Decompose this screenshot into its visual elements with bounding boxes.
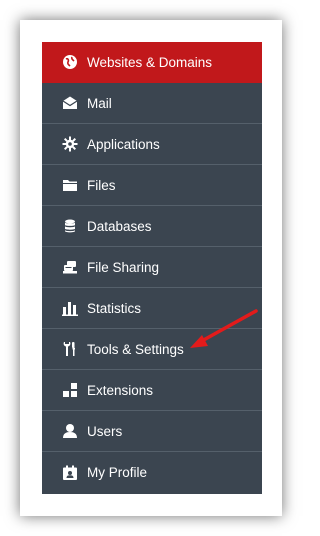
menu-item-databases[interactable]: Databases [42, 206, 262, 247]
menu-item-statistics[interactable]: Statistics [42, 288, 262, 329]
menu-item-label: Files [87, 177, 116, 193]
menu-item-extensions[interactable]: Extensions [42, 370, 262, 411]
tools-icon [62, 341, 78, 357]
menu-item-websites-domains[interactable]: Websites & Domains [42, 42, 262, 83]
menu-item-label: Users [87, 423, 123, 439]
menu-item-label: File Sharing [87, 259, 160, 275]
menu-item-file-sharing[interactable]: File Sharing [42, 247, 262, 288]
menu-item-users[interactable]: Users [42, 411, 262, 452]
menu-item-label: Extensions [87, 382, 154, 398]
folder-icon [62, 177, 78, 193]
menu-item-label: My Profile [87, 465, 148, 480]
menu-item-label: Tools & Settings [87, 341, 184, 357]
menu-item-label: Websites & Domains [87, 54, 213, 70]
menu-item-my-profile[interactable]: My Profile [42, 452, 262, 493]
sidebar-menu: Websites & Domains Mail Applications Fil… [42, 42, 262, 494]
menu-item-label: Statistics [87, 300, 142, 316]
globe-icon [62, 54, 78, 70]
menu-item-tools-settings[interactable]: Tools & Settings [42, 329, 262, 370]
menu-item-files[interactable]: Files [42, 165, 262, 206]
user-icon [62, 423, 78, 439]
bar-chart-icon [62, 300, 78, 316]
database-icon [62, 218, 78, 234]
gear-icon [62, 136, 78, 152]
menu-item-label: Applications [87, 136, 160, 152]
file-sharing-icon [62, 259, 78, 275]
profile-icon [62, 465, 78, 481]
mail-icon [62, 95, 78, 111]
menu-item-label: Databases [87, 218, 152, 234]
menu-item-mail[interactable]: Mail [42, 83, 262, 124]
menu-item-applications[interactable]: Applications [42, 124, 262, 165]
extensions-icon [62, 382, 78, 398]
menu-item-label: Mail [87, 95, 112, 111]
page: Websites & Domains Mail Applications Fil… [0, 0, 304, 536]
